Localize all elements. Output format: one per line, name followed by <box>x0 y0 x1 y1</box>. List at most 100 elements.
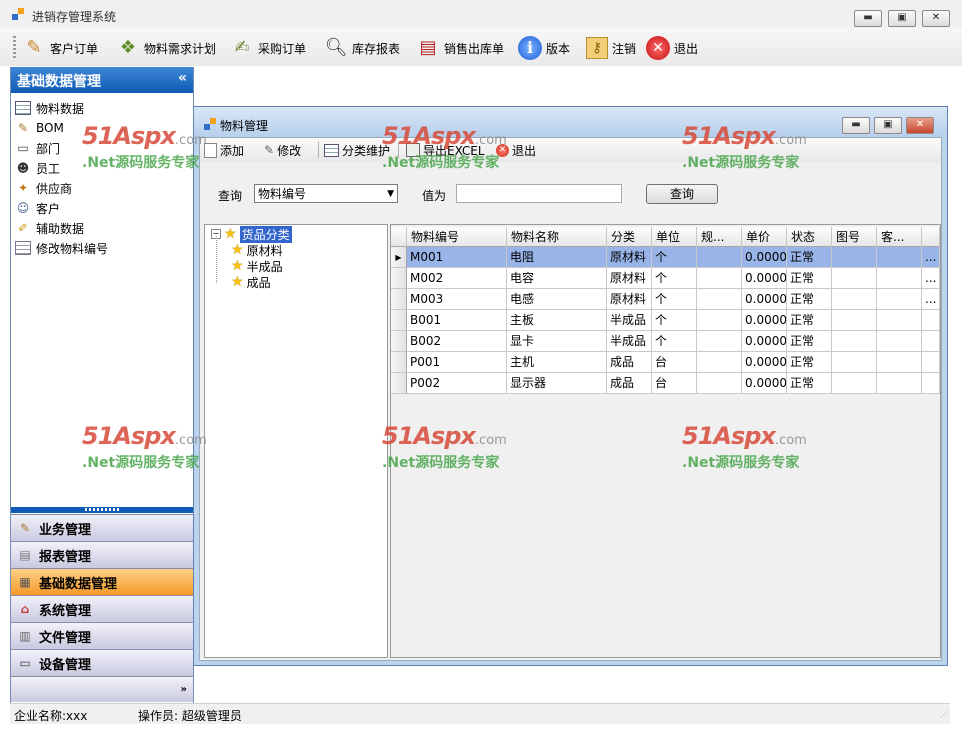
group-files[interactable]: ▥ 文件管理 <box>11 622 193 649</box>
table-cell[interactable]: P001 <box>407 352 507 373</box>
table-row[interactable]: P002 显示器 成品台 0.0000 正常 <box>391 373 940 394</box>
table-cell[interactable]: 半成品 <box>607 310 652 331</box>
sidebar-item-edit-code[interactable]: 修改物料编号 <box>15 238 108 258</box>
customer-order-button[interactable]: ✎ 客户订单 <box>22 34 98 62</box>
table-cell[interactable] <box>697 331 742 352</box>
sidebar-item-aux-data[interactable]: ✐ 辅助数据 <box>15 218 84 238</box>
sidebar-item-supplier[interactable]: ✦ 供应商 <box>15 178 72 198</box>
material-plan-button[interactable]: ❖ 物料需求计划 <box>116 34 216 62</box>
tree-node-raw[interactable]: ★ 原材料 <box>231 242 283 258</box>
query-field-select[interactable]: 物料编号 ▼ <box>254 184 398 203</box>
table-cell[interactable]: 个 <box>652 310 697 331</box>
column-header-extra[interactable] <box>922 227 940 247</box>
table-cell[interactable] <box>697 268 742 289</box>
table-cell[interactable]: M001 <box>407 247 507 268</box>
row-selector[interactable] <box>391 373 407 394</box>
table-cell[interactable] <box>877 373 922 394</box>
table-cell[interactable] <box>697 247 742 268</box>
row-selector[interactable] <box>391 352 407 373</box>
logout-button[interactable]: ⚷ 注销 <box>586 34 636 62</box>
table-cell[interactable]: 台 <box>652 373 697 394</box>
table-cell[interactable]: P002 <box>407 373 507 394</box>
row-selector[interactable] <box>391 268 407 289</box>
table-row[interactable]: ▶ M001 电阻 原材料个 0.0000 正常... <box>391 247 940 268</box>
table-cell[interactable]: 个 <box>652 289 697 310</box>
table-cell[interactable]: ... <box>922 247 940 268</box>
table-cell[interactable]: 正常 <box>787 373 832 394</box>
table-cell[interactable]: 正常 <box>787 289 832 310</box>
table-cell[interactable]: 原材料 <box>607 268 652 289</box>
table-cell[interactable]: 个 <box>652 331 697 352</box>
table-cell[interactable] <box>922 373 940 394</box>
column-header[interactable]: 图号 <box>832 227 877 247</box>
table-cell[interactable]: ... <box>922 289 940 310</box>
child-close-button[interactable]: ✕ <box>906 117 934 134</box>
table-cell[interactable]: 0.0000 <box>742 331 787 352</box>
table-cell[interactable]: 成品 <box>607 352 652 373</box>
table-cell[interactable] <box>922 310 940 331</box>
table-cell[interactable]: 电感 <box>507 289 607 310</box>
more-groups-button[interactable]: » <box>11 676 193 702</box>
sidebar-item-material[interactable]: 物料数据 <box>15 98 84 118</box>
table-cell[interactable]: 0.0000 <box>742 373 787 394</box>
row-selector[interactable]: ▶ <box>391 247 407 268</box>
table-cell[interactable]: B002 <box>407 331 507 352</box>
group-reports[interactable]: ▤ 报表管理 <box>11 541 193 568</box>
collapse-icon[interactable]: « <box>178 70 187 86</box>
table-cell[interactable] <box>922 352 940 373</box>
table-cell[interactable]: 0.0000 <box>742 268 787 289</box>
column-header[interactable]: 物料名称 <box>507 227 607 247</box>
table-cell[interactable]: 主板 <box>507 310 607 331</box>
table-cell[interactable] <box>832 373 877 394</box>
exit-button[interactable]: ✕ 退出 <box>646 34 698 62</box>
table-row[interactable]: M003 电感 原材料个 0.0000 正常... <box>391 289 940 310</box>
table-cell[interactable]: 0.0000 <box>742 289 787 310</box>
table-cell[interactable] <box>877 247 922 268</box>
toolbar-grip[interactable] <box>13 36 16 60</box>
column-header[interactable]: 规... <box>697 227 742 247</box>
group-business[interactable]: ✎ 业务管理 <box>11 514 193 541</box>
table-cell[interactable] <box>877 352 922 373</box>
table-cell[interactable] <box>832 268 877 289</box>
table-cell[interactable]: 正常 <box>787 352 832 373</box>
row-selector[interactable] <box>391 331 407 352</box>
sales-outbound-button[interactable]: ▤ 销售出库单 <box>416 34 504 62</box>
table-cell[interactable] <box>832 310 877 331</box>
query-button[interactable]: 查询 <box>646 184 718 204</box>
group-system[interactable]: ⌂ 系统管理 <box>11 595 193 622</box>
table-cell[interactable] <box>697 352 742 373</box>
table-cell[interactable]: M003 <box>407 289 507 310</box>
table-cell[interactable]: 0.0000 <box>742 352 787 373</box>
query-value-input[interactable] <box>456 184 622 203</box>
table-cell[interactable] <box>832 289 877 310</box>
group-basic-data[interactable]: ▦ 基础数据管理 <box>11 568 193 595</box>
edit-button[interactable]: ✎ 修改 <box>264 141 301 159</box>
table-cell[interactable]: 0.0000 <box>742 310 787 331</box>
maximize-button[interactable]: ▣ <box>888 10 916 27</box>
group-equipment[interactable]: ▭ 设备管理 <box>11 649 193 676</box>
row-selector[interactable] <box>391 289 407 310</box>
column-header[interactable]: 分类 <box>607 227 652 247</box>
table-cell[interactable] <box>697 373 742 394</box>
tree-root-node[interactable]: − ★ 货品分类 <box>211 225 292 243</box>
table-cell[interactable]: 原材料 <box>607 247 652 268</box>
table-cell[interactable] <box>832 331 877 352</box>
table-row[interactable]: P001 主机 成品台 0.0000 正常 <box>391 352 940 373</box>
child-minimize-button[interactable]: ▬ <box>842 117 870 134</box>
panel-splitter[interactable] <box>11 507 193 513</box>
table-cell[interactable] <box>697 289 742 310</box>
table-cell[interactable] <box>832 352 877 373</box>
inventory-report-button[interactable]: 🔍︎ 库存报表 <box>324 34 400 62</box>
table-cell[interactable]: 正常 <box>787 247 832 268</box>
purchase-order-button[interactable]: ✍ 采购订单 <box>230 34 306 62</box>
table-cell[interactable] <box>697 310 742 331</box>
table-cell[interactable]: 成品 <box>607 373 652 394</box>
table-cell[interactable]: 电容 <box>507 268 607 289</box>
table-cell[interactable]: 电阻 <box>507 247 607 268</box>
sidebar-item-customer[interactable]: ☺ 客户 <box>15 198 60 218</box>
table-cell[interactable]: 个 <box>652 247 697 268</box>
column-header[interactable]: 单价 <box>742 227 787 247</box>
table-cell[interactable]: 显卡 <box>507 331 607 352</box>
table-cell[interactable]: M002 <box>407 268 507 289</box>
minimize-button[interactable]: ▬ <box>854 10 882 27</box>
